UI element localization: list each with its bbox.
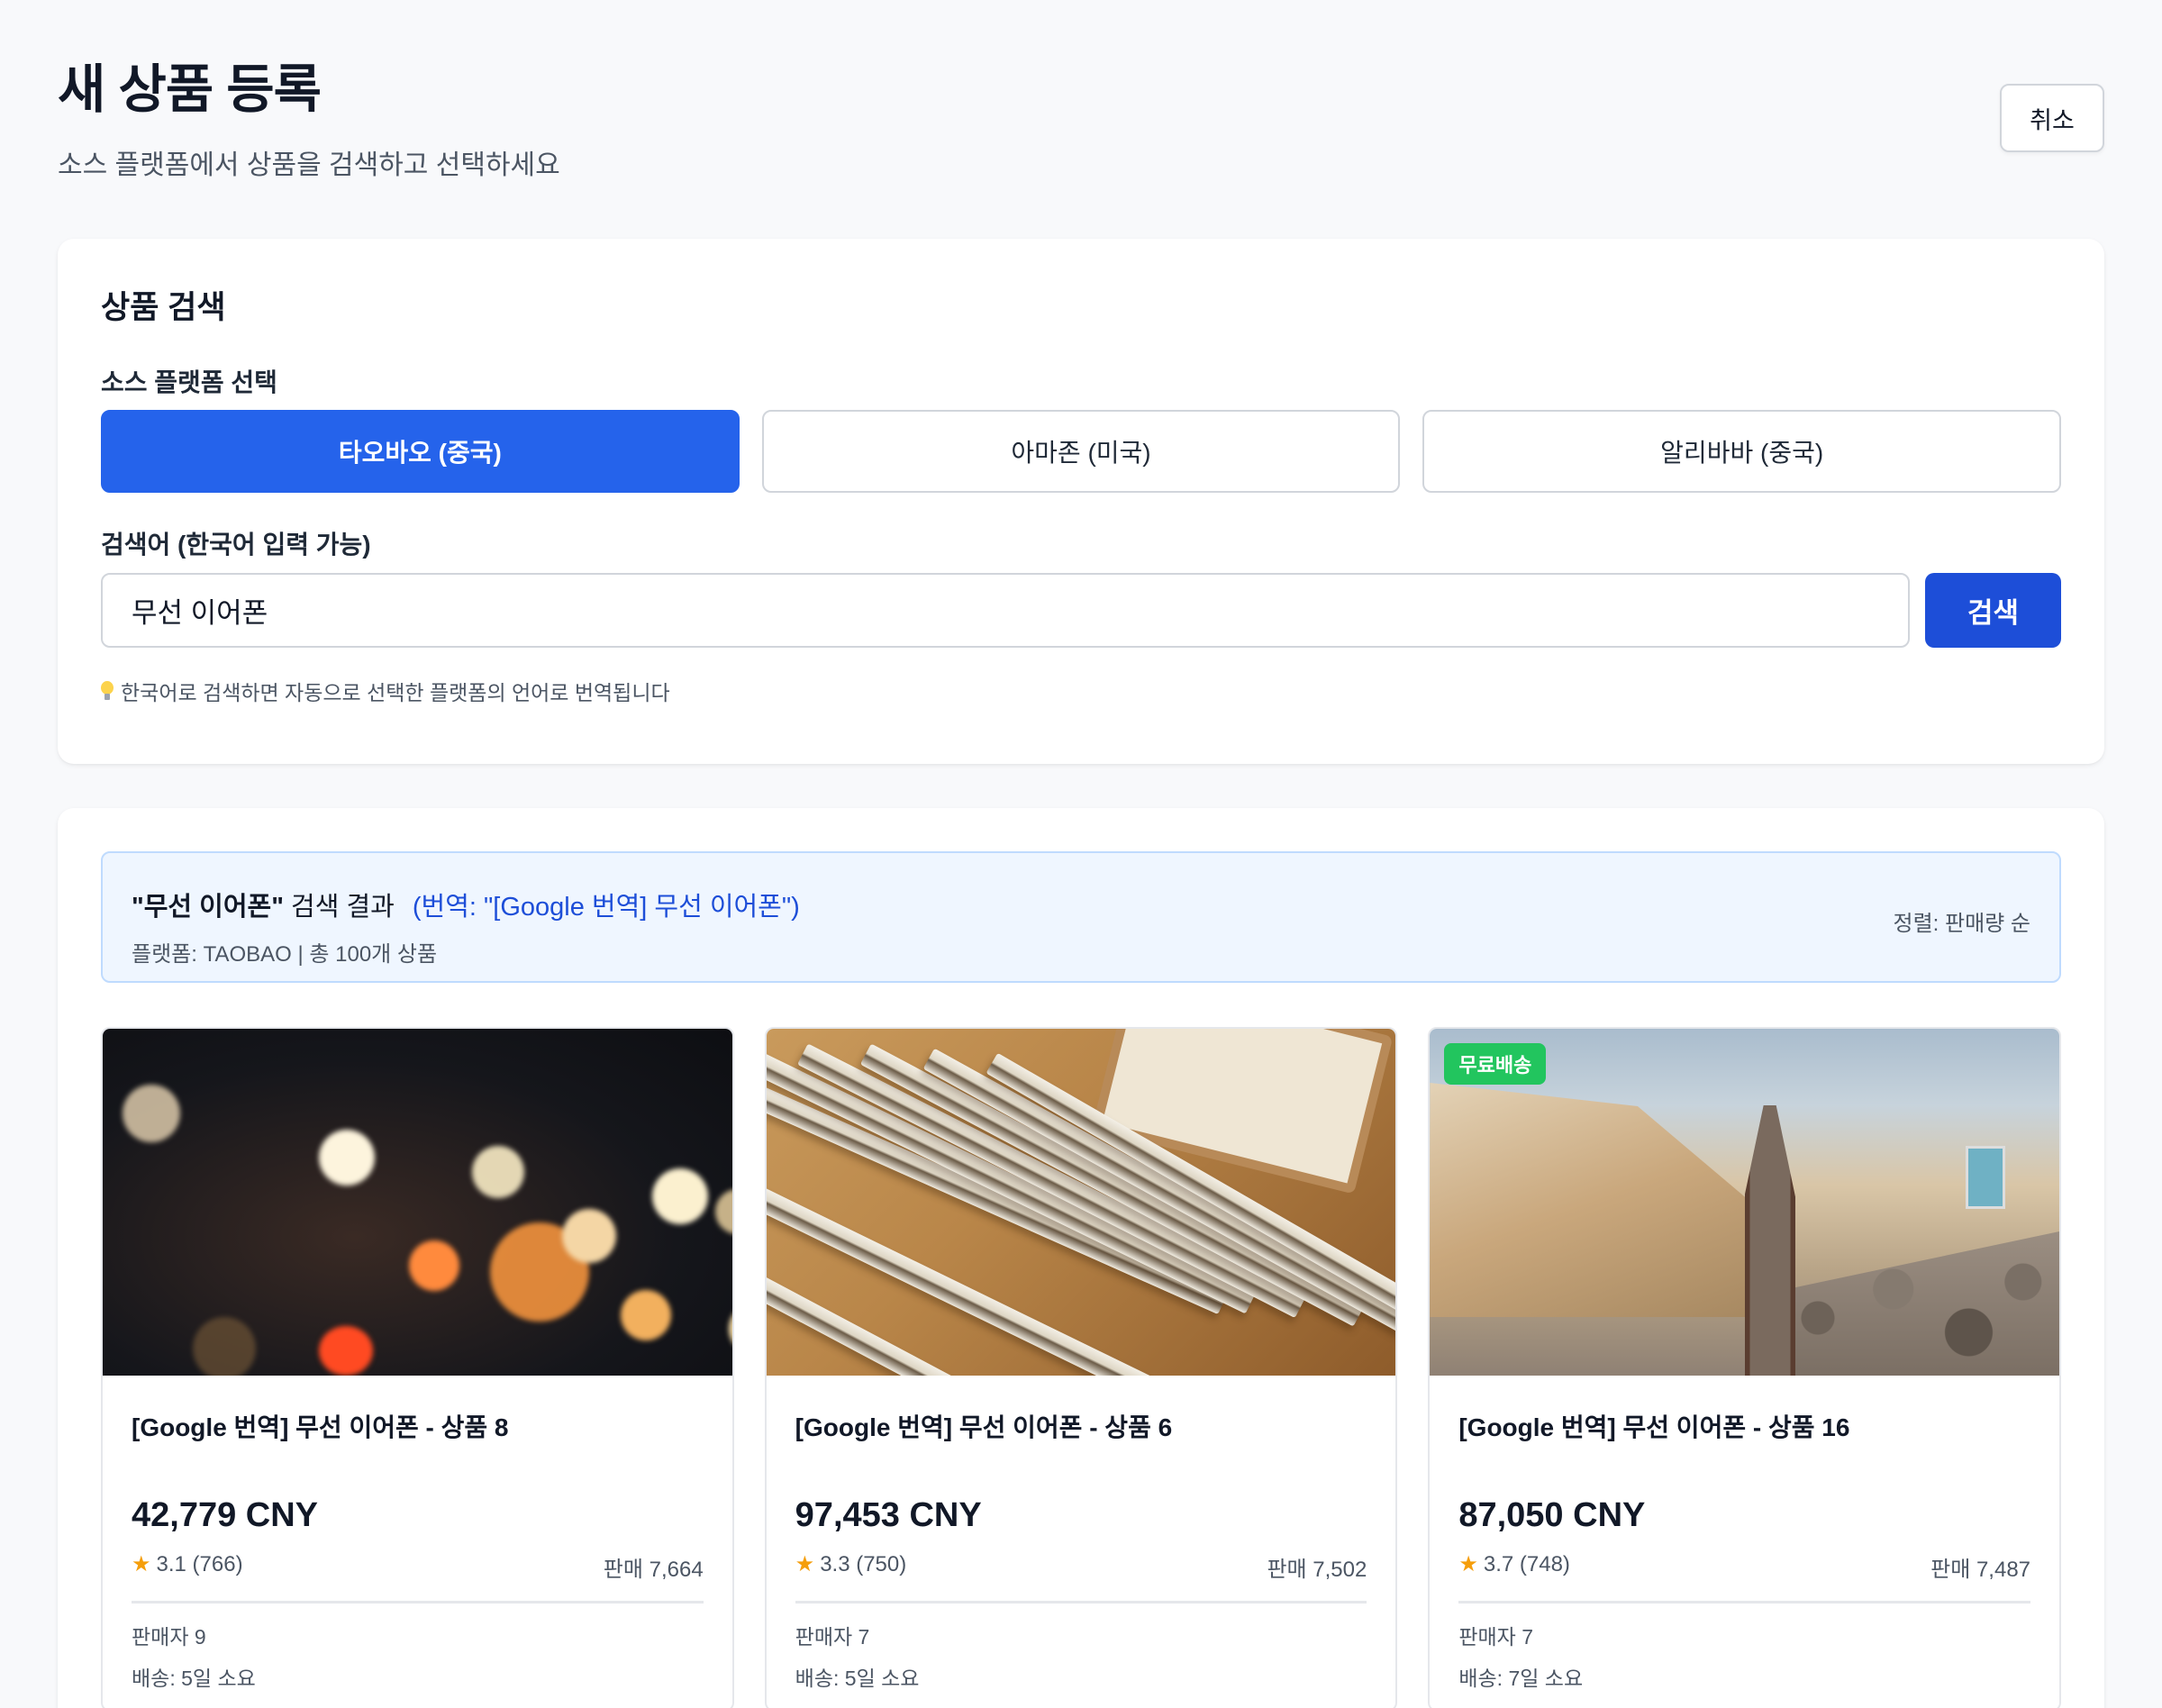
product-image-cliff bbox=[1430, 1083, 1776, 1317]
result-meta: 플랫폼: TAOBAO | 총 100개 상품 bbox=[132, 942, 438, 967]
star-icon: ★ bbox=[795, 1552, 815, 1576]
product-rating-row: ★ 3.3 (750) 판매 7,502 bbox=[795, 1551, 1367, 1604]
star-icon: ★ bbox=[132, 1552, 151, 1576]
page-title: 새 상품 등록 bbox=[58, 60, 322, 119]
product-rating-row: ★ 3.1 (766) 판매 7,664 bbox=[132, 1551, 704, 1604]
product-sales: 판매 7,502 bbox=[1267, 1558, 1367, 1582]
product-sales: 판매 7,664 bbox=[603, 1558, 704, 1582]
product-rating: ★ 3.1 (766) bbox=[132, 1551, 243, 1583]
product-shipping: 배송: 5일 소요 bbox=[132, 1667, 256, 1690]
product-rating: ★ 3.3 (750) bbox=[795, 1551, 907, 1583]
product-seller: 판매자 9 bbox=[132, 1625, 206, 1649]
page-header: 새 상품 등록 소스 플랫폼에서 상품을 검색하고 선택하세요 취소 bbox=[58, 54, 2104, 180]
search-hint-text: 한국어로 검색하면 자동으로 선택한 플랫폼의 언어로 번역됩니다 bbox=[121, 681, 670, 704]
search-row: 검색 bbox=[101, 573, 2061, 648]
product-image: 무료배송 bbox=[1430, 1029, 2060, 1376]
product-card[interactable]: [Google 번역] 무선 이어폰 - 상품 8 42,779 CNY ★ 3.… bbox=[101, 1027, 734, 1708]
search-button[interactable]: 검색 bbox=[1925, 573, 2061, 648]
product-title: [Google 번역] 무선 이어폰 - 상품 16 bbox=[1458, 1413, 1850, 1441]
product-sales: 판매 7,487 bbox=[1930, 1558, 2031, 1582]
result-summary-banner: "무선 이어폰" 검색 결과 (번역: "[Google 번역] 무선 이어폰"… bbox=[101, 851, 2061, 983]
search-hint: 한국어로 검색하면 자동으로 선택한 플랫폼의 언어로 번역됩니다 bbox=[101, 676, 670, 706]
platform-label: 소스 플랫폼 선택 bbox=[101, 368, 277, 396]
results-card: "무선 이어폰" 검색 결과 (번역: "[Google 번역] 무선 이어폰"… bbox=[58, 808, 2104, 1708]
query-label: 검색어 (한국어 입력 가능) bbox=[101, 531, 371, 559]
free-shipping-badge: 무료배송 bbox=[1444, 1043, 1547, 1085]
product-price: 42,779 CNY bbox=[132, 1496, 319, 1534]
platform-amazon-button[interactable]: 아마존 (미국) bbox=[761, 410, 1401, 493]
platform-taobao-button[interactable]: 타오바오 (중국) bbox=[101, 410, 740, 493]
product-image bbox=[766, 1029, 1396, 1376]
product-price: 87,050 CNY bbox=[1458, 1496, 1646, 1534]
product-seller: 판매자 7 bbox=[795, 1625, 870, 1649]
search-input[interactable] bbox=[101, 573, 1910, 648]
product-image-tower bbox=[1966, 1146, 2006, 1209]
rating-value: 3.1 (766) bbox=[156, 1552, 243, 1576]
product-body: [Google 번역] 무선 이어폰 - 상품 16 87,050 CNY ★ 3… bbox=[1430, 1408, 2059, 1692]
platform-alibaba-button[interactable]: 알리바바 (중국) bbox=[1422, 410, 2062, 493]
product-body: [Google 번역] 무선 이어폰 - 상품 6 97,453 CNY ★ 3.… bbox=[767, 1408, 1396, 1692]
product-shipping: 배송: 5일 소요 bbox=[795, 1667, 920, 1690]
product-image bbox=[103, 1029, 732, 1376]
cancel-button[interactable]: 취소 bbox=[2000, 84, 2104, 152]
star-icon: ★ bbox=[1458, 1552, 1478, 1576]
rating-value: 3.7 (748) bbox=[1483, 1552, 1570, 1576]
page-subtitle: 소스 플랫폼에서 상품을 검색하고 선택하세요 bbox=[58, 150, 560, 180]
rating-value: 3.3 (750) bbox=[820, 1552, 907, 1576]
platform-selector: 타오바오 (중국) 아마존 (미국) 알리바바 (중국) bbox=[101, 410, 2062, 493]
product-price: 97,453 CNY bbox=[795, 1496, 982, 1534]
product-card[interactable]: [Google 번역] 무선 이어폰 - 상품 6 97,453 CNY ★ 3.… bbox=[764, 1027, 1398, 1708]
product-grid: [Google 번역] 무선 이어폰 - 상품 8 42,779 CNY ★ 3.… bbox=[101, 1027, 2062, 1708]
product-title: [Google 번역] 무선 이어폰 - 상품 8 bbox=[132, 1413, 509, 1441]
search-card: 상품 검색 소스 플랫폼 선택 타오바오 (중국) 아마존 (미국) 알리바바 … bbox=[58, 239, 2104, 764]
product-card[interactable]: 무료배송 [Google 번역] 무선 이어폰 - 상품 16 87,050 C… bbox=[1428, 1027, 2062, 1708]
result-translated-query: (번역: "[Google 번역] 무선 이어폰") bbox=[412, 893, 800, 922]
product-shipping: 배송: 7일 소요 bbox=[1458, 1667, 1584, 1690]
product-title: [Google 번역] 무선 이어폰 - 상품 6 bbox=[795, 1413, 1173, 1441]
result-query: "무선 이어폰" bbox=[132, 893, 284, 922]
lightbulb-icon bbox=[101, 681, 114, 701]
product-rating: ★ 3.7 (748) bbox=[1458, 1551, 1570, 1583]
result-label: 검색 결과 bbox=[283, 893, 395, 922]
page: 새 상품 등록 소스 플랫폼에서 상품을 검색하고 선택하세요 취소 상품 검색… bbox=[0, 0, 2162, 1708]
sort-label[interactable]: 정렬: 판매량 순 bbox=[1894, 905, 2030, 937]
product-rating-row: ★ 3.7 (748) 판매 7,487 bbox=[1458, 1551, 2031, 1604]
product-seller: 판매자 7 bbox=[1458, 1625, 1534, 1649]
product-body: [Google 번역] 무선 이어폰 - 상품 8 42,779 CNY ★ 3.… bbox=[103, 1408, 732, 1692]
result-heading: "무선 이어폰" 검색 결과 (번역: "[Google 번역] 무선 이어폰"… bbox=[132, 886, 800, 923]
search-section-title: 상품 검색 bbox=[101, 290, 226, 325]
